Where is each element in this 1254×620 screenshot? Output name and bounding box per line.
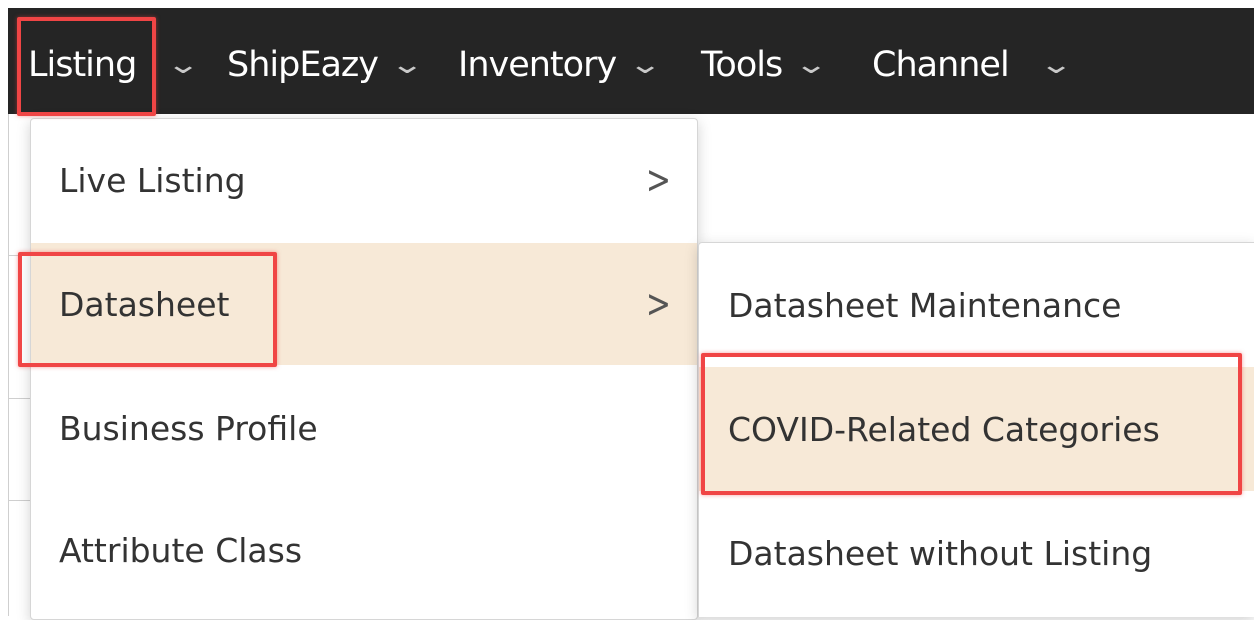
nav-inventory[interactable]: Inventory ⌄: [458, 16, 663, 114]
chevron-right-icon: >: [645, 281, 671, 327]
page-divider: [8, 500, 30, 501]
menu-item-live-listing[interactable]: Live Listing >: [31, 119, 697, 241]
chevron-down-icon: ⌄: [1038, 50, 1073, 80]
chevron-down-icon: ⌄: [389, 50, 425, 80]
submenu-item-datasheet-maintenance[interactable]: Datasheet Maintenance: [699, 243, 1254, 367]
menu-item-label: Datasheet: [59, 284, 230, 324]
chevron-down-icon: ⌄: [627, 50, 663, 80]
chevron-right-icon: >: [645, 157, 671, 203]
menu-item-datasheet[interactable]: Datasheet >: [31, 243, 697, 365]
menu-item-attribute-class[interactable]: Attribute Class: [31, 489, 697, 611]
top-navbar: Listing ⌄ ShipEazy ⌄ Inventory ⌄ Tools ⌄…: [8, 8, 1254, 114]
submenu-item-covid-related-categories[interactable]: COVID-Related Categories: [699, 367, 1254, 491]
nav-tools[interactable]: Tools ⌄: [701, 16, 829, 114]
datasheet-submenu: Datasheet Maintenance COVID-Related Cate…: [698, 242, 1254, 617]
nav-tools-label: Tools: [701, 45, 783, 85]
nav-inventory-label: Inventory: [458, 45, 617, 85]
submenu-item-label: COVID-Related Categories: [728, 409, 1160, 449]
submenu-item-label: Datasheet without Listing: [728, 533, 1153, 573]
nav-listing[interactable]: Listing ⌄: [28, 16, 201, 114]
nav-listing-label: Listing: [28, 45, 137, 85]
chevron-down-icon: ⌄: [166, 50, 201, 80]
menu-item-label: Business Profile: [59, 408, 318, 448]
menu-item-business-profile[interactable]: Business Profile: [31, 367, 697, 489]
chevron-down-icon: ⌄: [793, 50, 829, 80]
submenu-item-datasheet-without-listing[interactable]: Datasheet without Listing: [699, 491, 1254, 615]
submenu-item-label: Datasheet Maintenance: [728, 285, 1122, 325]
page-divider: [8, 398, 30, 399]
nav-channel[interactable]: Channel ⌄: [872, 16, 1073, 114]
listing-dropdown-menu: Live Listing > Datasheet > Business Prof…: [30, 118, 698, 620]
nav-channel-label: Channel: [872, 45, 1010, 85]
page-border: [8, 114, 9, 616]
menu-item-label: Live Listing: [59, 160, 246, 200]
page-divider: [8, 255, 30, 256]
nav-shipeazy-label: ShipEazy: [227, 45, 379, 85]
menu-item-label: Attribute Class: [59, 530, 303, 570]
nav-shipeazy[interactable]: ShipEazy ⌄: [227, 16, 425, 114]
